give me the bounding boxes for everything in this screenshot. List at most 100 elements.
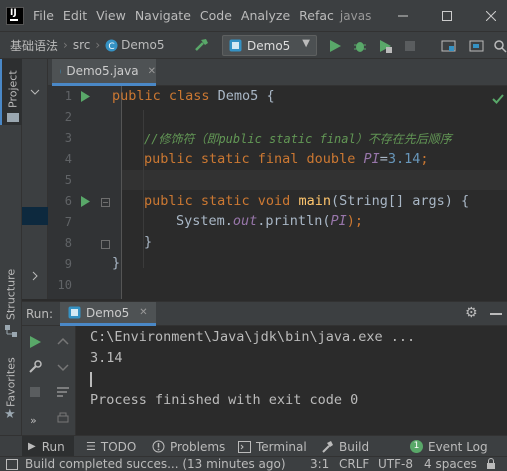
lock-icon[interactable] (486, 458, 496, 470)
breadcrumb-class[interactable]: Demo5 (121, 38, 164, 52)
code-line-4: public static final double PI=3.14; (144, 151, 429, 167)
project-tool-button[interactable]: Project (0, 59, 22, 125)
run-config-icon (68, 306, 81, 319)
menu-file[interactable]: File (33, 8, 54, 23)
code-keyword: public static final double (144, 151, 364, 167)
intellij-logo-icon[interactable] (6, 6, 24, 25)
chevron-down-icon[interactable] (30, 87, 40, 97)
debug-button[interactable] (352, 38, 368, 54)
terminal-tool-button[interactable]: Terminal (238, 436, 307, 457)
print-icon[interactable] (57, 412, 69, 426)
list-icon: ☰ (86, 440, 96, 453)
code-line-9: } (112, 255, 121, 271)
hide-panel-icon[interactable] (490, 313, 502, 316)
wrench-icon[interactable] (28, 360, 42, 374)
menu-code[interactable]: Code (200, 8, 232, 23)
stop-icon[interactable] (29, 386, 41, 398)
code-field: PI (330, 213, 347, 229)
line-number: 7 (64, 215, 72, 229)
caret-line-highlight (122, 170, 507, 190)
close-window-button[interactable] (476, 0, 506, 31)
folder-icon (441, 40, 455, 52)
todo-tool-button[interactable]: ☰ TODO (86, 436, 136, 457)
terminal-tool-label: Terminal (256, 439, 307, 454)
search-everywhere-button[interactable] (492, 38, 507, 54)
breadcrumb-separator: › (63, 38, 68, 52)
run-tool-button[interactable]: ▶ Run (22, 436, 74, 457)
code-text: .println( (257, 213, 331, 229)
build-tool-button[interactable]: Build (321, 436, 369, 457)
status-bar-toggle-icon[interactable] (6, 459, 18, 470)
line-number: 3 (64, 131, 72, 145)
play-icon: ▶ (28, 441, 36, 452)
code-line-6: public static void main(String[] args) { (144, 193, 469, 209)
line-number: 5 (64, 173, 72, 187)
file-encoding[interactable]: UTF-8 (378, 457, 413, 471)
run-panel-toolbar: » (22, 326, 76, 435)
console-line: 3.14 (90, 350, 123, 366)
favorites-tool-button[interactable]: Favorites ★ (0, 355, 22, 425)
breadcrumb-project[interactable]: 基础语法 (10, 37, 58, 54)
run-button[interactable] (327, 38, 343, 54)
close-tab-icon[interactable]: ✕ (139, 307, 147, 318)
build-hammer-icon[interactable] (194, 37, 210, 53)
maximize-icon (442, 10, 452, 21)
code-line-1: public class Demo5 { (112, 88, 275, 104)
menu-edit[interactable]: Edit (63, 8, 87, 23)
menu-refactor[interactable]: Refac (299, 8, 334, 23)
soft-wrap-icon[interactable] (56, 386, 70, 398)
coverage-button[interactable] (377, 38, 393, 54)
favorites-tool-label: Favorites (4, 357, 18, 407)
build-tool-label: Build (339, 439, 370, 454)
rerun-icon[interactable] (29, 336, 41, 348)
fold-icon[interactable] (101, 240, 110, 249)
scroll-down-icon[interactable] (57, 362, 69, 374)
fold-icon[interactable] (101, 198, 110, 207)
status-message[interactable]: Build completed succes... (13 minutes ag… (25, 457, 286, 471)
run-tab-label: Demo5 (86, 305, 130, 320)
run-gutter-icon[interactable] (80, 196, 90, 207)
search-icon (494, 40, 507, 53)
event-log-tool-label: Event Log (428, 439, 488, 454)
coverage-icon (380, 40, 392, 53)
run-configuration-select[interactable]: Demo5 ▼ (222, 35, 317, 56)
menu-navigate[interactable]: Navigate (135, 8, 191, 23)
project-structure-button[interactable] (440, 38, 456, 54)
close-tab-icon[interactable]: ✕ (148, 66, 156, 77)
menu-view[interactable]: View (96, 8, 126, 23)
minimize-button[interactable] (388, 0, 418, 31)
run-config-label: Demo5 (247, 38, 291, 53)
close-icon (486, 10, 496, 21)
code-keyword: public class (112, 88, 218, 104)
maximize-button[interactable] (432, 0, 462, 31)
code-method: main (298, 193, 331, 209)
tool-window-bar: ▶ Run ☰ TODO Problems Terminal Build 1 E… (0, 435, 507, 457)
line-number: 10 (57, 278, 72, 292)
more-actions-icon[interactable]: » (30, 414, 37, 427)
structure-tool-button[interactable]: Structure (0, 265, 22, 337)
breadcrumb: 基础语法 › src › C Demo5 (0, 37, 164, 54)
indent-setting[interactable]: 4 spaces (424, 457, 477, 471)
chevron-down-icon: ▼ (302, 38, 310, 49)
console-output[interactable]: C:\Environment\Java\jdk\bin\java.exe ...… (76, 326, 507, 435)
settings-gear-icon[interactable]: ⚙ (465, 305, 478, 321)
tab-demo5-java[interactable]: C Demo5.java ✕ (52, 59, 156, 86)
line-separator[interactable]: CRLF (339, 457, 369, 471)
stop-button[interactable] (402, 38, 418, 54)
scroll-up-icon[interactable] (57, 336, 69, 348)
minimize-icon (398, 15, 408, 16)
breadcrumb-src[interactable]: src (73, 38, 91, 52)
svg-text:C: C (109, 42, 115, 52)
build-hammer-icon (322, 441, 333, 453)
event-log-tool-button[interactable]: 1 Event Log (410, 436, 488, 457)
line-number: 4 (64, 152, 72, 166)
caret-position[interactable]: 3:1 (310, 457, 329, 471)
run-gutter-icon[interactable] (80, 91, 90, 102)
toolbox-button[interactable] (468, 38, 484, 54)
chevron-right-icon[interactable] (30, 271, 40, 281)
selected-tree-row[interactable] (22, 207, 48, 225)
code-text: ); (346, 213, 363, 229)
problems-tool-button[interactable]: Problems (152, 436, 225, 457)
menu-analyze[interactable]: Analyze (241, 8, 290, 23)
run-tab-demo5[interactable]: Demo5 ✕ (60, 302, 156, 326)
